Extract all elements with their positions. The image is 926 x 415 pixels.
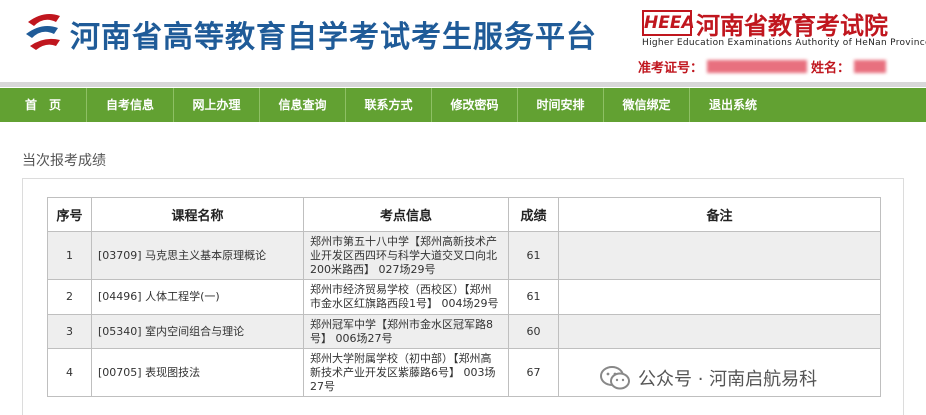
table-row: 2 [04496] 人体工程学(一) 郑州市经济贸易学校（西校区）【郑州市金水区… <box>47 279 881 315</box>
cell-site: 郑州冠军中学【郑州市金水区冠军路8号】 006场27号 <box>303 314 509 349</box>
main-nav: 首 页 自考信息 网上办理 信息查询 联系方式 修改密码 时间安排 微信绑定 退… <box>0 88 926 122</box>
nav-info-query[interactable]: 信息查询 <box>260 88 346 122</box>
nav-exam-info[interactable]: 自考信息 <box>87 88 174 122</box>
nav-contact[interactable]: 联系方式 <box>346 88 432 122</box>
nav-schedule[interactable]: 时间安排 <box>518 88 604 122</box>
nav-logout[interactable]: 退出系统 <box>690 88 776 122</box>
heea-logo: HEEA <box>642 10 695 36</box>
col-header-score: 成绩 <box>508 197 559 232</box>
cell-course: [05340] 室内空间组合与理论 <box>91 314 304 349</box>
cell-no: 2 <box>47 279 92 315</box>
nav-home[interactable]: 首 页 <box>0 88 87 122</box>
candidate-no-label: 准考证号： <box>638 61 704 76</box>
cell-site: 郑州大学附属学校（初中部）【郑州高新技术产业开发区紫藤路6号】 003场27号 <box>303 348 509 397</box>
col-header-remark: 备注 <box>558 197 881 232</box>
page-header: 河南省高等教育自学考试考生服务平台 HEEA 河南省教育考试院 Higher E… <box>0 0 926 82</box>
cell-score: 60 <box>508 314 559 349</box>
authority-english-name: Higher Education Examinations Authority … <box>642 38 926 48</box>
cell-no: 1 <box>47 231 92 280</box>
table-row: 1 [03709] 马克思主义基本原理概论 郑州市第五十八中学【郑州高新技术产业… <box>47 231 881 280</box>
cell-course: [04496] 人体工程学(一) <box>91 279 304 315</box>
nav-change-password[interactable]: 修改密码 <box>432 88 518 122</box>
cell-remark <box>558 279 881 315</box>
candidate-info: 准考证号： 姓名： <box>638 57 890 76</box>
cell-score: 61 <box>508 231 559 280</box>
nav-online-service[interactable]: 网上办理 <box>174 88 260 122</box>
cell-site: 郑州市经济贸易学校（西校区）【郑州市金水区红旗路西段1号】 004场29号 <box>303 279 509 315</box>
authority-name: 河南省教育考试院 <box>696 12 888 40</box>
name-redacted <box>854 60 887 73</box>
wechat-watermark: 公众号 · 河南启航易科 <box>600 365 817 391</box>
exam-logo-icon <box>26 14 60 50</box>
cell-course: [00705] 表现图技法 <box>91 348 304 397</box>
cell-remark <box>558 231 881 280</box>
wechat-icon <box>600 366 630 390</box>
header-divider <box>0 82 926 87</box>
name-label: 姓名： <box>811 61 851 76</box>
cell-remark <box>558 314 881 349</box>
col-header-site: 考点信息 <box>303 197 509 232</box>
candidate-no-redacted <box>707 60 808 73</box>
cell-score: 61 <box>508 279 559 315</box>
table-header-row: 序号 课程名称 考点信息 成绩 备注 <box>47 197 881 232</box>
table-row: 3 [05340] 室内空间组合与理论 郑州冠军中学【郑州市金水区冠军路8号】 … <box>47 314 881 349</box>
col-header-course: 课程名称 <box>91 197 304 232</box>
cell-no: 4 <box>47 348 92 397</box>
nav-wechat-bind[interactable]: 微信绑定 <box>604 88 690 122</box>
cell-site: 郑州市第五十八中学【郑州高新技术产业开发区西四环与科学大道交叉口向北200米路西… <box>303 231 509 280</box>
watermark-text: 公众号 · 河南启航易科 <box>638 369 818 390</box>
cell-score: 67 <box>508 348 559 397</box>
col-header-no: 序号 <box>47 197 92 232</box>
section-title: 当次报考成绩 <box>22 153 106 169</box>
cell-no: 3 <box>47 314 92 349</box>
site-title: 河南省高等教育自学考试考生服务平台 <box>70 20 597 55</box>
cell-course: [03709] 马克思主义基本原理概论 <box>91 231 304 280</box>
